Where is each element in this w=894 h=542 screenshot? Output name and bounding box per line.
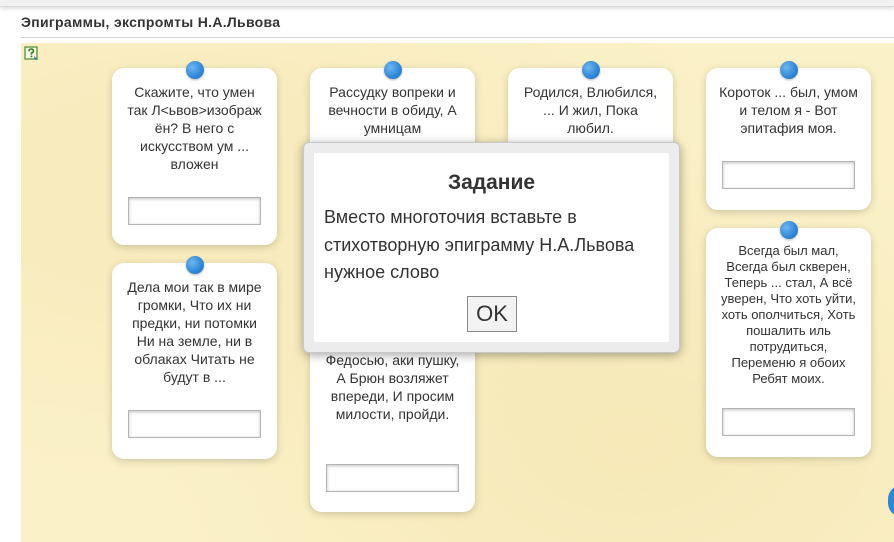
epigram-text: Короток ... был, умом и телом я - Вот эп… bbox=[719, 84, 858, 136]
epigram-text: Всегда был мал, Всегда был скверен, Тепе… bbox=[721, 243, 856, 386]
ok-button[interactable]: OK bbox=[467, 296, 517, 332]
task-dialog: Задание Вместо многоточия вставьте в сти… bbox=[303, 142, 680, 353]
epigram-card-7: Всегда был мал, Всегда был скверен, Тепе… bbox=[706, 221, 871, 457]
epigram-card-4: Короток ... был, умом и телом я - Вот эп… bbox=[706, 61, 871, 210]
help-question-icon[interactable] bbox=[24, 46, 39, 61]
answer-input-7[interactable] bbox=[722, 408, 855, 436]
epigram-card-1: Скажите, что умен так Л<ьвов>изображ ён?… bbox=[112, 61, 277, 245]
epigram-text: Рассудку вопреки и вечности в обиду, А у… bbox=[328, 84, 457, 136]
answer-input-6[interactable] bbox=[326, 464, 459, 492]
answer-input-5[interactable] bbox=[128, 410, 261, 438]
epigram-card-6: Федосью, аки пушку, А Брюн возляжет впер… bbox=[310, 340, 475, 512]
pushpin-icon bbox=[779, 61, 798, 79]
pushpin-icon bbox=[779, 221, 798, 239]
epigram-text: Дела мои так в мире громки, Что их ни пр… bbox=[127, 279, 262, 385]
epigram-text: Родился, Влюбился, ... И жил, Пока любил… bbox=[523, 84, 658, 136]
answer-input-1[interactable] bbox=[128, 197, 261, 225]
page-title: Эпиграммы, экспромты Н.А.Львова bbox=[21, 14, 281, 30]
dialog-title: Задание bbox=[447, 171, 536, 194]
pushpin-icon bbox=[383, 61, 402, 79]
epigram-text: Скажите, что умен так Л<ьвов>изображ ён?… bbox=[127, 84, 262, 172]
title-divider bbox=[21, 37, 894, 38]
answer-input-4[interactable] bbox=[722, 161, 855, 189]
top-bar bbox=[0, 0, 894, 7]
epigram-card-5: Дела мои так в мире громки, Что их ни пр… bbox=[112, 256, 277, 459]
task-dialog-content: Задание Вместо многоточия вставьте в сти… bbox=[314, 153, 669, 342]
epigram-text: Федосью, аки пушку, А Брюн возляжет впер… bbox=[325, 352, 460, 422]
pushpin-icon bbox=[185, 256, 204, 274]
pushpin-icon bbox=[581, 61, 600, 79]
pushpin-icon bbox=[185, 61, 204, 79]
dialog-message: Вместо многоточия вставьте в стихотворну… bbox=[324, 207, 635, 282]
